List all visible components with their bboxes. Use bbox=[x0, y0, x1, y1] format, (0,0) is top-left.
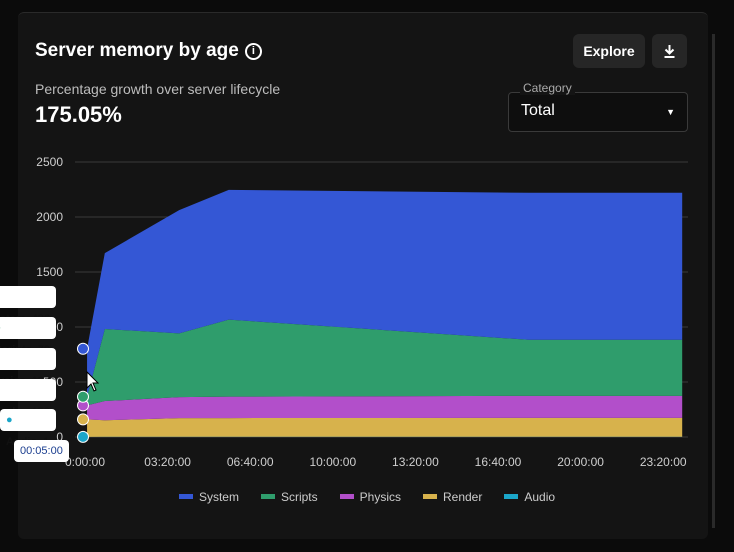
hover-point-scripts bbox=[77, 390, 89, 403]
tooltip-row-physics: ● Physics127 bbox=[0, 348, 56, 387]
x-tick-label: 10:00:00 bbox=[309, 455, 356, 469]
x-tick-label: 06:40:00 bbox=[227, 455, 274, 469]
tooltip-row-audio: ● Audio1 bbox=[0, 409, 56, 448]
tooltip-time: 00:05:00 bbox=[14, 440, 69, 462]
series-swatch: ● bbox=[6, 414, 13, 426]
area-render bbox=[87, 417, 683, 437]
legend-label: Render bbox=[442, 490, 483, 504]
tooltip-row-system: ● System436 bbox=[0, 286, 56, 325]
x-tick-label: 13:20:00 bbox=[392, 455, 439, 469]
chart-svg[interactable]: 050010001500200025000:00:0003:20:0006:40… bbox=[0, 0, 734, 552]
hover-point-system bbox=[77, 342, 89, 355]
hover-point-audio bbox=[77, 430, 89, 443]
y-tick-label: 2000 bbox=[36, 210, 63, 224]
legend-swatch bbox=[260, 494, 275, 499]
legend-swatch bbox=[422, 494, 437, 499]
legend-item-audio[interactable]: Audio bbox=[504, 490, 555, 504]
hover-point-render bbox=[77, 413, 89, 426]
x-tick-label: 03:20:00 bbox=[144, 455, 191, 469]
legend-swatch bbox=[178, 494, 193, 499]
legend-item-render[interactable]: Render bbox=[422, 490, 483, 504]
tooltip-row-render: ● Render159 bbox=[0, 379, 56, 418]
legend-swatch bbox=[339, 494, 354, 499]
legend-item-physics[interactable]: Physics bbox=[339, 490, 401, 504]
x-tick-label: 20:00:00 bbox=[557, 455, 604, 469]
legend-label: Scripts bbox=[280, 490, 318, 504]
chart-legend: System Scripts Physics Render Audio bbox=[0, 490, 734, 504]
legend-swatch bbox=[504, 494, 519, 499]
legend-item-system[interactable]: System bbox=[178, 490, 239, 504]
area-physics bbox=[87, 395, 683, 421]
legend-item-scripts[interactable]: Scripts bbox=[260, 490, 318, 504]
legend-label: System bbox=[198, 490, 239, 504]
x-tick-label: 23:20:00 bbox=[640, 455, 687, 469]
y-tick-label: 2500 bbox=[36, 155, 63, 169]
tooltip-row-scripts: ● Scripts79 bbox=[0, 317, 56, 356]
legend-label: Audio bbox=[524, 490, 556, 504]
x-tick-label: 0:00:00 bbox=[65, 455, 105, 469]
series-swatch: ● bbox=[0, 322, 1, 334]
x-tick-label: 16:40:00 bbox=[475, 455, 522, 469]
legend-label: Physics bbox=[359, 490, 401, 504]
y-tick-label: 1500 bbox=[36, 265, 63, 279]
